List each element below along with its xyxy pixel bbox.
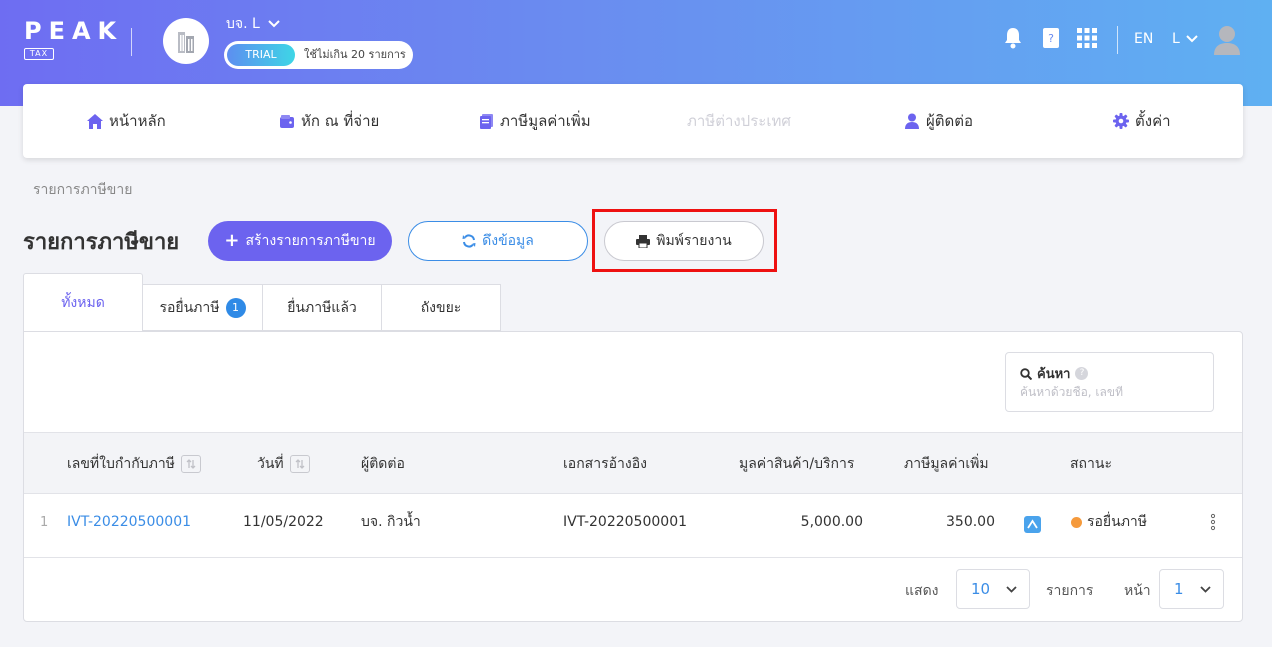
user-icon [904,113,920,129]
tab-trash-label: ถังขยะ [420,299,462,316]
nav-vat[interactable]: ภาษีมูลค่าเพิ่ม [478,84,591,158]
row-reference: IVT-20220500001 [563,514,688,530]
sort-icon[interactable] [289,455,310,473]
nav-settings[interactable]: ตั้งค่า [1113,84,1171,158]
col-status: สถานะ [1070,456,1112,472]
chevron-down-icon [1186,35,1198,43]
row-contact: บจ. กิวน้ำ [361,514,421,530]
main-nav: หน้าหลัก หัก ณ ที่จ่าย ภาษีมูลค่าเพิ่ม ภ… [23,84,1243,158]
row-index: 1 [40,514,49,530]
nav-settings-label: ตั้งค่า [1135,112,1171,130]
page-size-select[interactable]: 10 [956,569,1030,609]
nav-withholding[interactable]: หัก ณ ที่จ่าย [279,84,379,158]
page-select[interactable]: 1 [1159,569,1224,609]
chevron-down-icon [1006,585,1017,593]
table-row[interactable]: 1 IVT-20220500001 11/05/2022 บจ. กิวน้ำ … [24,494,1242,558]
page-title: รายการภาษีขาย [23,230,180,255]
nav-vat-label: ภาษีมูลค่าเพิ่ม [500,112,591,130]
col-contact: ผู้ติดต่อ [361,456,405,472]
header-divider [1117,26,1118,54]
highlight-annotation [592,209,777,272]
wallet-icon [279,113,295,129]
search-box[interactable]: ค้นหา ? [1005,352,1214,412]
sort-icon[interactable] [180,455,201,473]
search-label: ค้นหา [1037,367,1071,382]
search-input[interactable] [1020,385,1200,399]
col-invoice-no-label: เลขที่ใบกำกับภาษี [67,456,175,472]
company-logo[interactable] [163,18,209,64]
user-initial: L [1172,31,1180,47]
header-divider [131,28,132,56]
fetch-label: ดึงข้อมูล [482,233,534,249]
peak-app-icon[interactable] [1024,494,1041,550]
tab-all[interactable]: ทั้งหมด [23,273,143,331]
company-name: บจ. L [226,16,260,32]
col-amount: มูลค่าสินค้า/บริการ [739,456,855,472]
col-reference: เอกสารอ้างอิง [563,456,647,472]
document-icon [478,113,494,129]
breadcrumb[interactable]: รายการภาษีขาย [33,179,132,201]
nav-contacts[interactable]: ผู้ติดต่อ [904,84,973,158]
svg-text:?: ? [1048,32,1054,45]
row-vat: 350.00 [946,514,995,530]
tab-trash[interactable]: ถังขยะ [381,284,501,331]
trial-badge: TRIAL [227,44,295,66]
table-header: เลขที่ใบกำกับภาษี วันที่ ผู้ติดต่อ เอกสา… [24,432,1242,494]
plus-icon: + [224,230,240,251]
trial-status: TRIAL ใช้ไม่เกิน 20 รายการ [224,41,413,69]
page-value: 1 [1174,580,1184,598]
logo-text: PEAK [24,17,124,45]
apps-grid-icon[interactable] [1076,26,1098,50]
search-label-group: ค้นหา ? [1020,363,1089,384]
status-dot [1071,516,1082,528]
peak-logo[interactable]: PEAK TAX [24,17,124,60]
gear-icon [1113,113,1129,129]
row-status: รอยื่นภาษี [1071,494,1147,550]
col-invoice-no[interactable]: เลขที่ใบกำกับภาษี [67,433,201,495]
tab-pending[interactable]: รอยื่นภาษี 1 [142,284,263,331]
create-label: สร้างรายการภาษีขาย [245,233,376,249]
nav-withholding-label: หัก ณ ที่จ่าย [301,112,380,130]
home-icon [87,113,103,129]
manual-book-icon[interactable]: ? [1040,26,1062,50]
refresh-icon [462,234,476,248]
nav-contacts-label: ผู้ติดต่อ [926,112,974,130]
nav-home-label: หน้าหลัก [109,112,166,130]
nav-home[interactable]: หน้าหลัก [87,84,166,158]
tab-filed[interactable]: ยื่นภาษีแล้ว [262,284,382,331]
status-label: รอยื่นภาษี [1087,514,1148,530]
nav-foreign-tax: ภาษีต่างประเทศ [687,84,791,158]
tab-all-label: ทั้งหมด [61,294,105,311]
trial-note: ใช้ไม่เกิน 20 รายการ [304,48,406,61]
building-icon [178,32,194,53]
help-icon[interactable]: ? [1075,367,1089,380]
col-vat: ภาษีมูลค่าเพิ่ม [904,456,989,472]
chevron-down-icon [1200,585,1211,593]
search-icon [1020,367,1032,380]
show-label: แสดง [905,583,939,599]
col-date[interactable]: วันที่ [257,433,310,495]
more-options-icon[interactable] [1210,494,1216,550]
page-label: หน้า [1124,583,1151,599]
create-sales-tax-button[interactable]: + สร้างรายการภาษีขาย [208,221,392,261]
fetch-data-button[interactable]: ดึงข้อมูล [408,221,588,261]
page-size-value: 10 [971,580,991,598]
language-switch[interactable]: EN [1134,31,1153,47]
pending-count-badge: 1 [225,297,246,318]
col-date-label: วันที่ [257,456,284,472]
items-label: รายการ [1046,583,1094,599]
nav-foreign-tax-label: ภาษีต่างประเทศ [687,112,791,130]
row-amount: 5,000.00 [800,514,863,530]
chevron-down-icon [268,20,280,28]
tab-pending-label: รอยื่นภาษี [159,299,220,316]
logo-tag: TAX [24,48,54,60]
tab-filed-label: ยื่นภาษีแล้ว [287,299,357,316]
company-selector[interactable]: บจ. L [226,13,280,35]
row-date: 11/05/2022 [243,514,324,530]
avatar[interactable] [1212,24,1242,56]
bell-icon[interactable] [1002,26,1024,50]
user-menu[interactable]: L [1172,31,1198,47]
invoice-link[interactable]: IVT-20220500001 [67,494,191,550]
